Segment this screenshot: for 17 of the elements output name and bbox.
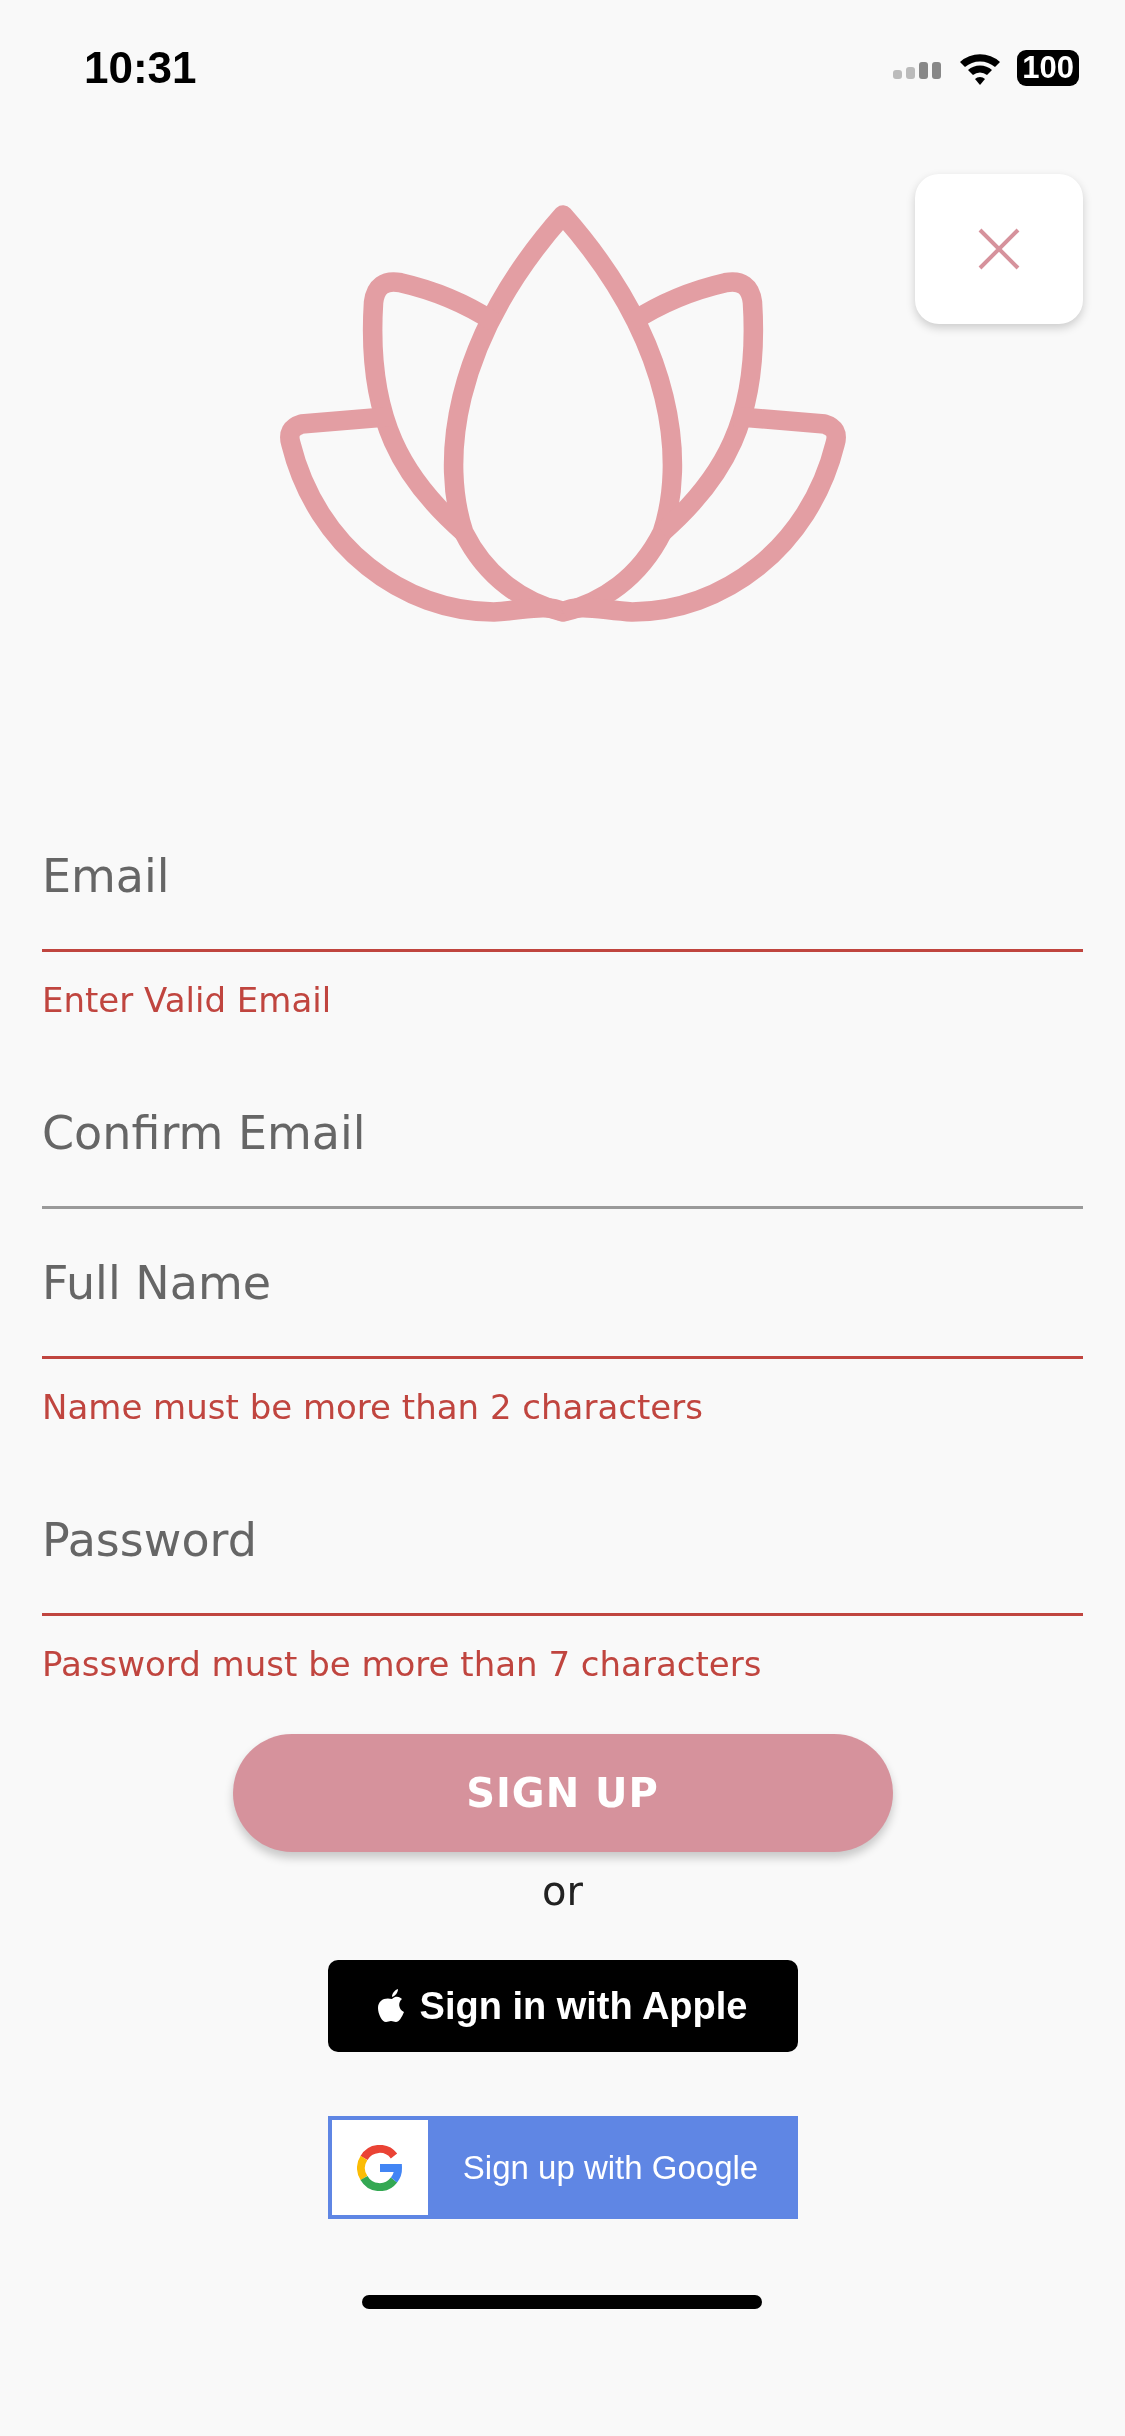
battery-level: 100: [1017, 50, 1079, 86]
google-icon: [356, 2144, 403, 2191]
input-field[interactable]: Password: [42, 1466, 1083, 1616]
input-field[interactable]: Confirm Email: [42, 1059, 1083, 1209]
error-message: Password must be more than 7 characters: [42, 1644, 763, 1684]
input-field[interactable]: Email: [42, 802, 1083, 952]
close-button[interactable]: [915, 174, 1083, 324]
apple-sign-in-button[interactable]: Sign in with Apple: [327, 1960, 798, 2052]
google-sign-up-button[interactable]: Sign up with Google: [327, 2116, 798, 2219]
separator-text: or: [542, 1868, 583, 1914]
input-field[interactable]: Full Name: [42, 1209, 1083, 1359]
status-time: 10:31: [84, 43, 197, 93]
error-message: Name must be more than 2 characters: [42, 1387, 704, 1427]
error-message: Enter Valid Email: [42, 980, 333, 1020]
apple-icon: [377, 1989, 406, 2023]
sign-up-button[interactable]: SIGN UP: [232, 1734, 893, 1852]
close-icon: [976, 226, 1022, 272]
